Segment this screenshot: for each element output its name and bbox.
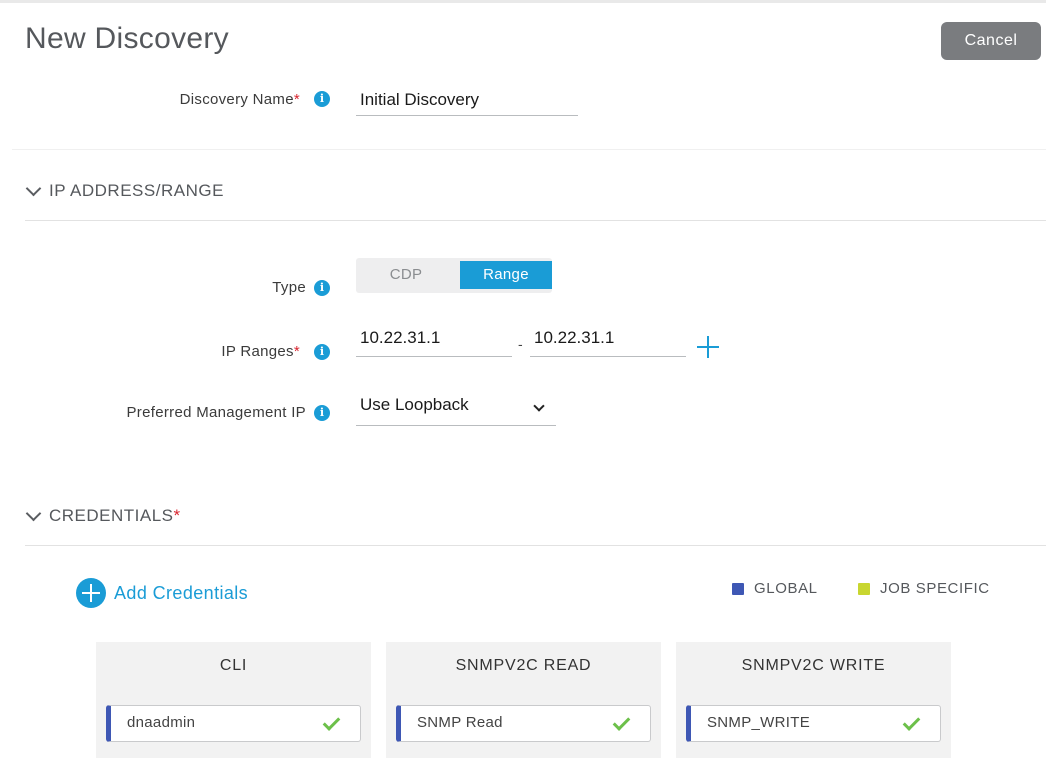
ip-section-header[interactable]: IP ADDRESS/RANGE xyxy=(25,180,224,201)
info-icon[interactable]: i xyxy=(314,280,330,296)
legend-global: GLOBAL xyxy=(732,580,818,597)
cancel-button[interactable]: Cancel xyxy=(941,22,1041,60)
credential-card-snmpv2c-write: SNMPV2C WRITE SNMP_WRITE xyxy=(676,642,951,758)
credential-item-label: dnaadmin xyxy=(127,714,196,731)
discovery-name-input[interactable] xyxy=(356,84,578,116)
info-icon[interactable]: i xyxy=(314,405,330,421)
add-range-icon[interactable] xyxy=(697,336,719,358)
required-mark: * xyxy=(293,91,300,108)
card-title: SNMPV2C READ xyxy=(455,657,592,674)
credential-card-snmpv2c-read: SNMPV2C READ SNMP Read xyxy=(386,642,661,758)
credentials-section-header[interactable]: CREDENTIALS * xyxy=(25,505,181,526)
type-option-range[interactable]: Range xyxy=(460,261,552,289)
check-icon xyxy=(612,713,631,731)
credential-item[interactable]: dnaadmin xyxy=(106,705,361,742)
divider xyxy=(25,545,1046,546)
required-mark: * xyxy=(293,343,300,360)
chevron-down-icon xyxy=(25,505,42,521)
credential-card-cli: CLI dnaadmin xyxy=(96,642,371,758)
discovery-name-label: Discovery Name* xyxy=(179,91,300,108)
add-credentials-button[interactable]: Add Credentials xyxy=(76,578,248,608)
legend-label: GLOBAL xyxy=(754,580,818,597)
ip-ranges-label: IP Ranges* xyxy=(221,343,300,360)
credential-item-label: SNMP_WRITE xyxy=(707,714,811,731)
credential-item[interactable]: SNMP_WRITE xyxy=(686,705,941,742)
credentials-section-title: CREDENTIALS xyxy=(49,506,174,525)
top-border xyxy=(0,0,1046,3)
page-title: New Discovery xyxy=(25,22,229,55)
credential-item-label: SNMP Read xyxy=(417,714,503,731)
card-title: CLI xyxy=(219,657,248,674)
credential-item[interactable]: SNMP Read xyxy=(396,705,651,742)
add-credentials-label: Add Credentials xyxy=(114,582,249,603)
preferred-mgmt-ip-value: Use Loopback xyxy=(360,395,469,414)
check-icon xyxy=(322,713,341,731)
check-icon xyxy=(902,713,921,731)
legend-swatch-global xyxy=(732,582,744,595)
required-mark: * xyxy=(173,506,181,525)
info-icon[interactable]: i xyxy=(314,344,330,360)
info-icon[interactable]: i xyxy=(314,91,330,107)
legend-label: JOB SPECIFIC xyxy=(880,580,990,597)
type-toggle: CDP Range xyxy=(356,258,552,293)
type-option-cdp[interactable]: CDP xyxy=(360,261,452,289)
divider xyxy=(12,149,1046,150)
ip-section-title: IP ADDRESS/RANGE xyxy=(49,181,224,200)
chevron-down-icon xyxy=(533,400,545,412)
range-separator: - xyxy=(518,336,523,352)
ip-range-end-input[interactable] xyxy=(530,319,686,357)
ip-range-start-input[interactable] xyxy=(356,319,512,357)
chevron-down-icon xyxy=(25,180,42,196)
type-label: Type xyxy=(272,279,306,296)
card-title: SNMPV2C WRITE xyxy=(741,657,886,674)
divider xyxy=(25,220,1046,221)
preferred-mgmt-ip-select[interactable]: Use Loopback xyxy=(356,391,556,426)
legend-job-specific: JOB SPECIFIC xyxy=(858,580,990,597)
legend-swatch-job-specific xyxy=(858,582,870,595)
preferred-mgmt-ip-label: Preferred Management IP xyxy=(126,404,306,421)
add-circle-icon xyxy=(76,578,106,608)
